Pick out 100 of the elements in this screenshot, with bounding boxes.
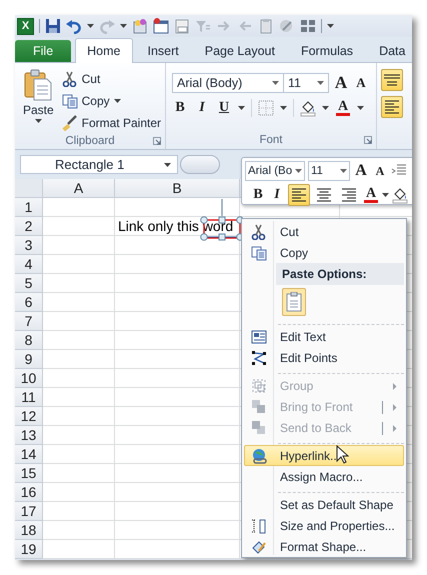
row-header[interactable]: 16 bbox=[15, 483, 43, 502]
caret-icon bbox=[295, 169, 302, 173]
ribbon-tab[interactable]: Page Layout bbox=[194, 40, 286, 62]
paste-button[interactable]: Paste bbox=[21, 67, 56, 132]
name-box[interactable]: Rectangle 1 bbox=[20, 155, 178, 174]
dialog-launcher-icon[interactable] bbox=[153, 137, 161, 145]
row-header[interactable]: 11 bbox=[15, 388, 43, 407]
align-center-icon bbox=[316, 187, 332, 203]
align-left-icon bbox=[384, 99, 400, 115]
row-header[interactable]: 13 bbox=[15, 426, 43, 445]
row-header[interactable]: 9 bbox=[15, 350, 43, 369]
row-header[interactable]: 17 bbox=[15, 502, 43, 521]
ribbon-tab[interactable]: Home bbox=[75, 38, 132, 63]
edit-points-icon bbox=[251, 350, 267, 366]
caret-icon bbox=[340, 169, 347, 173]
caret-icon[interactable] bbox=[327, 24, 334, 28]
format-shape-icon bbox=[251, 538, 267, 554]
align-button[interactable] bbox=[381, 96, 403, 118]
menu-item[interactable]: Format Shape... bbox=[244, 536, 404, 557]
menu-item[interactable]: Edit Points bbox=[244, 347, 404, 368]
row-header[interactable]: 1 bbox=[15, 198, 43, 217]
clipboard-icon bbox=[23, 69, 54, 101]
menu-item[interactable]: Size and Properties... bbox=[244, 515, 404, 536]
align-button[interactable] bbox=[288, 184, 310, 206]
row-header[interactable]: 12 bbox=[15, 407, 43, 426]
menu-item[interactable]: Assign Macro... bbox=[244, 466, 404, 487]
row-header[interactable]: 6 bbox=[15, 293, 43, 312]
italic-button[interactable]: I bbox=[194, 98, 210, 118]
shrink-font-button[interactable]: A bbox=[372, 161, 388, 181]
cut-button[interactable]: Cut bbox=[62, 70, 161, 88]
menu-section-header: Paste Options: bbox=[276, 263, 404, 285]
font-field[interactable]: Arial (Bo bbox=[245, 161, 305, 181]
caret-icon[interactable] bbox=[238, 106, 245, 110]
column-header[interactable]: A bbox=[43, 179, 115, 198]
copy-icon bbox=[62, 93, 78, 109]
font-size-field[interactable]: 11 bbox=[283, 73, 329, 93]
group-label: Font bbox=[259, 134, 282, 146]
app-logo[interactable]: X bbox=[17, 18, 34, 34]
caret-icon[interactable] bbox=[87, 24, 94, 28]
dialog-launcher-icon[interactable] bbox=[364, 136, 372, 144]
scissors-icon bbox=[62, 71, 78, 87]
menu-item[interactable]: Edit Text bbox=[244, 326, 404, 347]
scissors-icon bbox=[251, 224, 267, 240]
clipboard-icon bbox=[286, 292, 302, 312]
row-header[interactable]: 18 bbox=[15, 521, 43, 540]
bold-button[interactable]: B bbox=[172, 98, 188, 118]
shrink-font-button[interactable]: A bbox=[353, 73, 369, 93]
row-header[interactable]: 3 bbox=[15, 236, 43, 255]
row-header[interactable]: 7 bbox=[15, 312, 43, 331]
grow-font-button[interactable]: A bbox=[353, 161, 369, 181]
align-top-icon bbox=[384, 74, 400, 86]
menu-item[interactable]: Set as Default Shape bbox=[244, 494, 404, 515]
grid-icon[interactable] bbox=[300, 18, 316, 34]
paint-bucket-icon[interactable] bbox=[392, 186, 408, 204]
paint-bucket-icon[interactable] bbox=[300, 100, 316, 116]
size-icon bbox=[251, 518, 267, 534]
row-header[interactable]: 5 bbox=[15, 274, 43, 293]
file-tab[interactable]: File bbox=[15, 40, 72, 62]
caret-icon bbox=[272, 81, 279, 85]
text-box-icon bbox=[251, 328, 267, 344]
menu-item[interactable]: Copy bbox=[244, 242, 404, 263]
column-header[interactable]: B bbox=[115, 179, 240, 198]
bring-to-front-icon bbox=[251, 398, 267, 414]
globe-icon bbox=[251, 448, 267, 464]
ribbon-tab[interactable]: Data bbox=[368, 40, 412, 62]
caret-icon[interactable] bbox=[120, 24, 127, 28]
paintbrush-icon bbox=[62, 115, 78, 131]
borders-icon[interactable] bbox=[258, 100, 274, 116]
caret-icon[interactable] bbox=[322, 106, 329, 110]
clipboard-icon[interactable] bbox=[258, 18, 274, 34]
copy-icon bbox=[251, 244, 267, 260]
row-header[interactable]: 4 bbox=[15, 255, 43, 274]
form-icon[interactable] bbox=[153, 18, 169, 34]
caret-icon[interactable] bbox=[280, 106, 287, 110]
paste-option-button[interactable] bbox=[282, 288, 306, 316]
row-header[interactable]: 2 bbox=[15, 217, 43, 236]
align-left-icon bbox=[291, 187, 307, 203]
grow-font-button[interactable]: A bbox=[333, 73, 349, 93]
send-to-back-icon bbox=[251, 420, 267, 436]
copy-button[interactable]: Copy bbox=[62, 92, 161, 110]
font-field[interactable]: Arial (Body) bbox=[172, 73, 284, 93]
save-icon[interactable] bbox=[45, 18, 61, 34]
font-size-field[interactable]: 11 bbox=[308, 161, 350, 181]
ribbon-tab[interactable]: Insert bbox=[136, 40, 190, 62]
format-painter-button[interactable]: Format Painter bbox=[62, 114, 161, 132]
undo-icon[interactable] bbox=[66, 18, 82, 34]
align-button[interactable] bbox=[381, 69, 403, 91]
caret-icon[interactable] bbox=[357, 106, 364, 110]
row-header[interactable]: 15 bbox=[15, 464, 43, 483]
group-icon bbox=[251, 378, 267, 394]
row-header[interactable]: 19 bbox=[15, 540, 43, 559]
caret-icon bbox=[164, 162, 171, 166]
group-label: Clipboard bbox=[65, 134, 115, 146]
ribbon-tab[interactable]: Formulas bbox=[290, 40, 364, 62]
row-header[interactable]: 14 bbox=[15, 445, 43, 464]
row-header[interactable]: 8 bbox=[15, 331, 43, 350]
underline-button[interactable]: U bbox=[216, 98, 232, 118]
menu-item[interactable]: Cut bbox=[244, 221, 404, 242]
row-header[interactable]: 10 bbox=[15, 369, 43, 388]
font-color-button[interactable]: A bbox=[335, 98, 351, 118]
